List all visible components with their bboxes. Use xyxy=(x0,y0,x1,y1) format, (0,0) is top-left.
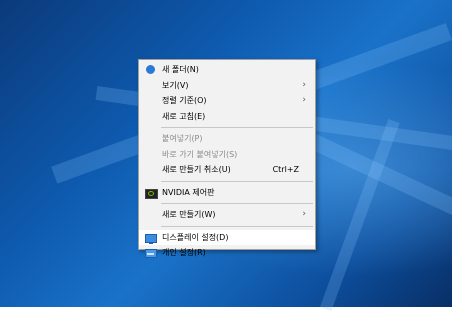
menu-item-label: 붙여넣기(P) xyxy=(162,134,203,143)
nvidia-icon xyxy=(145,188,158,199)
menu-item-label: 새로 만들기(W) xyxy=(162,210,216,219)
menu-item-personalize[interactable]: 개인 설정(R) xyxy=(139,245,315,261)
menu-separator xyxy=(161,127,313,128)
personalize-icon xyxy=(145,249,157,258)
menu-item-label: 새로 고침(E) xyxy=(162,111,206,121)
menu-item-refresh[interactable]: 새로 고침(E) xyxy=(139,109,315,125)
chevron-right-icon: › xyxy=(302,95,306,105)
display-icon xyxy=(145,233,157,244)
menu-item-label: 바로 가기 붙여넣기(S) xyxy=(162,149,238,159)
menu-item-label: 정렬 기준(O) xyxy=(162,96,207,105)
menu-separator xyxy=(161,180,313,182)
menu-item-display-settings[interactable]: 디스플레이 설정(D) xyxy=(139,229,315,245)
menu-item-undo-new[interactable]: 새로 만들기 취소(U) Ctrl+Z xyxy=(139,162,315,178)
menu-item-new-folder[interactable]: 새 폴더(N) xyxy=(139,62,315,78)
menu-item-view[interactable]: 보기(V) › xyxy=(139,78,315,94)
menu-item-sort-by[interactable]: 정렬 기준(O) › xyxy=(139,93,315,109)
menu-item-label: 새 폴더(N) xyxy=(162,65,199,74)
menu-item-label: 보기(V) xyxy=(162,80,189,90)
new-folder-icon xyxy=(146,65,155,74)
chevron-right-icon: › xyxy=(302,209,306,219)
menu-item-label: 새로 만들기 취소(U) xyxy=(162,165,231,174)
menu-separator xyxy=(161,225,313,227)
menu-item-label: NVIDIA 제어판 xyxy=(162,187,215,197)
menu-item-nvidia-control-panel[interactable]: NVIDIA 제어판 xyxy=(139,185,315,201)
menu-item-new[interactable]: 새로 만들기(W) › xyxy=(139,207,315,223)
chevron-right-icon: › xyxy=(302,79,306,90)
menu-item-paste-shortcut: 바로 가기 붙여넣기(S) xyxy=(139,147,315,163)
menu-item-label: 개인 설정(R) xyxy=(162,248,206,257)
menu-item-shortcut: Ctrl+Z xyxy=(272,165,299,174)
menu-item-paste: 붙여넣기(P) xyxy=(139,131,315,147)
menu-item-label: 디스플레이 설정(D) xyxy=(162,232,229,242)
menu-separator xyxy=(161,203,313,204)
desktop-context-menu: 새 폴더(N) 보기(V) › 정렬 기준(O) › 새로 고침(E) 붙여넣기… xyxy=(138,59,316,258)
